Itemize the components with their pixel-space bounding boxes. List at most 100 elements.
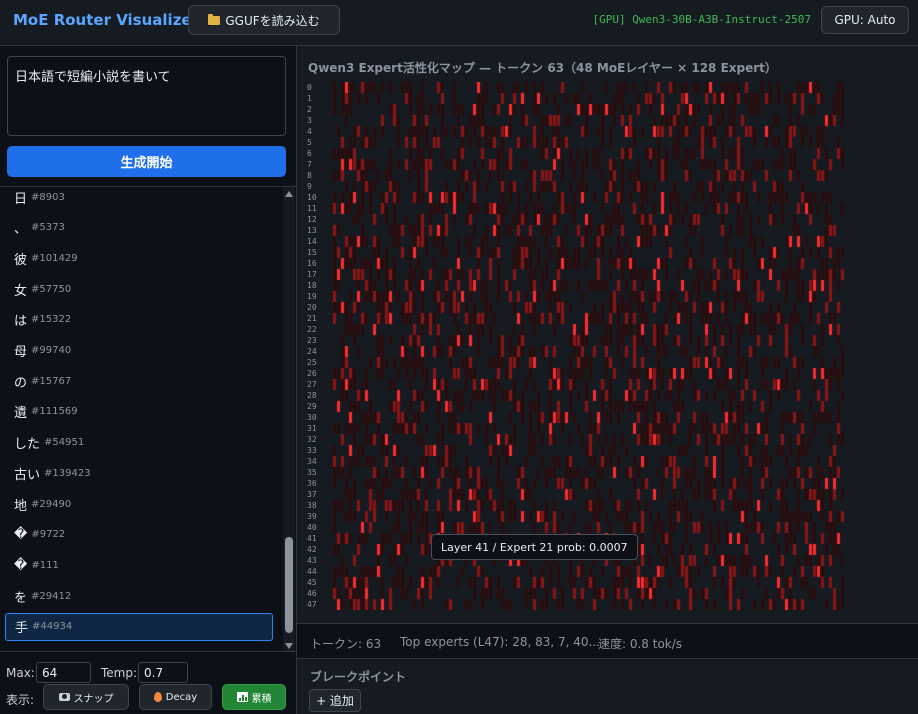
expert-map-panel: Qwen3 Expert活性化マップ — トークン 63（48 MoEレイヤー …	[297, 46, 918, 623]
layer-label: 37	[307, 490, 317, 499]
layer-label: 5	[307, 138, 312, 147]
token-id: #99740	[31, 345, 72, 356]
scroll-down-arrow-icon[interactable]	[285, 643, 293, 649]
layer-label: 46	[307, 589, 317, 598]
token-text: 、	[14, 222, 28, 238]
folder-icon	[208, 13, 221, 25]
display-label: 表示:	[6, 693, 35, 707]
temperature-input[interactable]	[138, 662, 188, 683]
generate-button[interactable]: 生成開始	[7, 146, 286, 177]
expert-activation-heatmap[interactable]	[333, 82, 845, 610]
token-list-item[interactable]: � #111	[5, 551, 273, 579]
token-list-item[interactable]: 、 #5373	[5, 214, 273, 242]
top-bar: MoE Router Visualizer GGUFを読み込む [GPU] Qw…	[0, 0, 918, 46]
layer-label: 13	[307, 226, 317, 235]
token-id: #54951	[44, 437, 85, 449]
token-list-item[interactable]: 彼 #101429	[5, 244, 273, 272]
token-list-scrollbar[interactable]	[283, 187, 295, 651]
layer-label: 28	[307, 391, 317, 400]
snap-mode-button[interactable]: スナップ	[43, 684, 129, 710]
layer-label: 9	[307, 182, 312, 191]
generation-controls: Max: Temp: 表示: スナップ Decay 累積	[0, 652, 297, 714]
layer-label: 8	[307, 171, 312, 180]
token-list-item[interactable]: 遺 #111569	[5, 398, 273, 426]
layer-label: 36	[307, 479, 317, 488]
token-text: 古い	[14, 467, 41, 483]
layer-label: 31	[307, 424, 317, 433]
token-text: 手	[15, 621, 29, 637]
token-text: 彼	[14, 252, 28, 268]
layer-label: 1	[307, 94, 312, 103]
token-id: #8903	[31, 191, 65, 203]
token-list-item[interactable]: 母 #99740	[5, 337, 273, 365]
stats-bar: トークン: 63 Top experts (L47): 28, 83, 7, 4…	[297, 623, 918, 658]
token-text: �	[14, 527, 28, 543]
token-list-item[interactable]: 手 #44934	[5, 612, 273, 641]
token-list-item[interactable]: � #9722	[5, 521, 273, 549]
layer-label: 23	[307, 336, 317, 345]
layer-label: 15	[307, 248, 317, 257]
token-id: #15767	[31, 375, 72, 387]
token-id: #111569	[31, 406, 78, 418]
add-breakpoint-button[interactable]: + 追加	[309, 689, 361, 712]
token-list-item[interactable]: の #15767	[5, 367, 273, 395]
snap-mode-label: スナップ	[73, 693, 114, 705]
layer-label: 34	[307, 457, 317, 466]
layer-label: 18	[307, 281, 317, 290]
token-list-item[interactable]: 女 #57750	[5, 275, 273, 303]
cumulative-mode-button[interactable]: 累積	[222, 684, 286, 710]
token-id: #5373	[31, 222, 65, 234]
token-list-item[interactable]: した #54951	[5, 429, 273, 457]
layer-label: 2	[307, 105, 312, 114]
max-tokens-input[interactable]	[36, 662, 91, 683]
layer-label: 43	[307, 556, 317, 565]
gpu-select-button[interactable]: GPU: Auto	[821, 6, 909, 34]
token-text: の	[14, 375, 28, 391]
layer-label: 6	[307, 149, 312, 158]
layer-label: 4	[307, 127, 312, 136]
app-title: MoE Router Visualizer	[13, 11, 199, 29]
layer-label: 30	[307, 413, 317, 422]
token-list-item[interactable]: 日 #8903	[5, 187, 273, 211]
token-list-item[interactable]: 地 #29490	[5, 490, 273, 518]
token-id: #15322	[31, 314, 72, 326]
layer-label: 38	[307, 501, 317, 510]
token-text: 母	[14, 345, 28, 360]
layer-label: 12	[307, 215, 317, 224]
camera-icon	[58, 693, 70, 701]
token-text: は	[14, 314, 28, 330]
scroll-thumb[interactable]	[285, 537, 293, 633]
layer-label: 0	[307, 83, 312, 92]
token-list-item[interactable]: を #29412	[5, 582, 273, 610]
layer-label: 41	[307, 534, 317, 543]
layer-label: 47	[307, 600, 317, 609]
decay-mode-label: Decay	[165, 691, 198, 703]
token-id: #44934	[32, 621, 73, 633]
token-id: #57750	[31, 283, 72, 295]
layer-label: 3	[307, 116, 312, 125]
heatmap-tooltip: Layer 41 / Expert 21 prob: 0.0007	[431, 534, 638, 560]
token-count: トークン: 63	[310, 637, 382, 651]
breakpoints-panel: ブレークポイント + 追加	[297, 658, 918, 714]
layer-label: 32	[307, 435, 317, 444]
token-list-item[interactable]: 古い #139423	[5, 459, 273, 487]
load-gguf-button[interactable]: GGUFを読み込む	[188, 5, 340, 35]
token-text: 日	[14, 191, 28, 207]
layer-label: 21	[307, 314, 317, 323]
scroll-up-arrow-icon[interactable]	[285, 191, 293, 197]
layer-label: 17	[307, 270, 317, 279]
layer-label: 16	[307, 259, 317, 268]
prompt-input[interactable]: 日本語で短編小説を書いて	[7, 56, 286, 136]
token-text: �	[14, 557, 28, 573]
flame-icon	[153, 692, 162, 702]
model-status: [GPU] Qwen3-30B-A3B-Instruct-2507	[592, 13, 811, 26]
speed: 速度: 0.8 tok/s	[598, 637, 683, 651]
token-id: #139423	[44, 467, 91, 479]
layer-label: 14	[307, 237, 317, 246]
token-id: #9722	[31, 529, 66, 541]
layer-label: 33	[307, 446, 317, 455]
layer-label: 20	[307, 303, 317, 312]
decay-mode-button[interactable]: Decay	[139, 684, 212, 710]
layer-label: 44	[307, 567, 317, 576]
token-list-item[interactable]: は #15322	[5, 306, 273, 334]
